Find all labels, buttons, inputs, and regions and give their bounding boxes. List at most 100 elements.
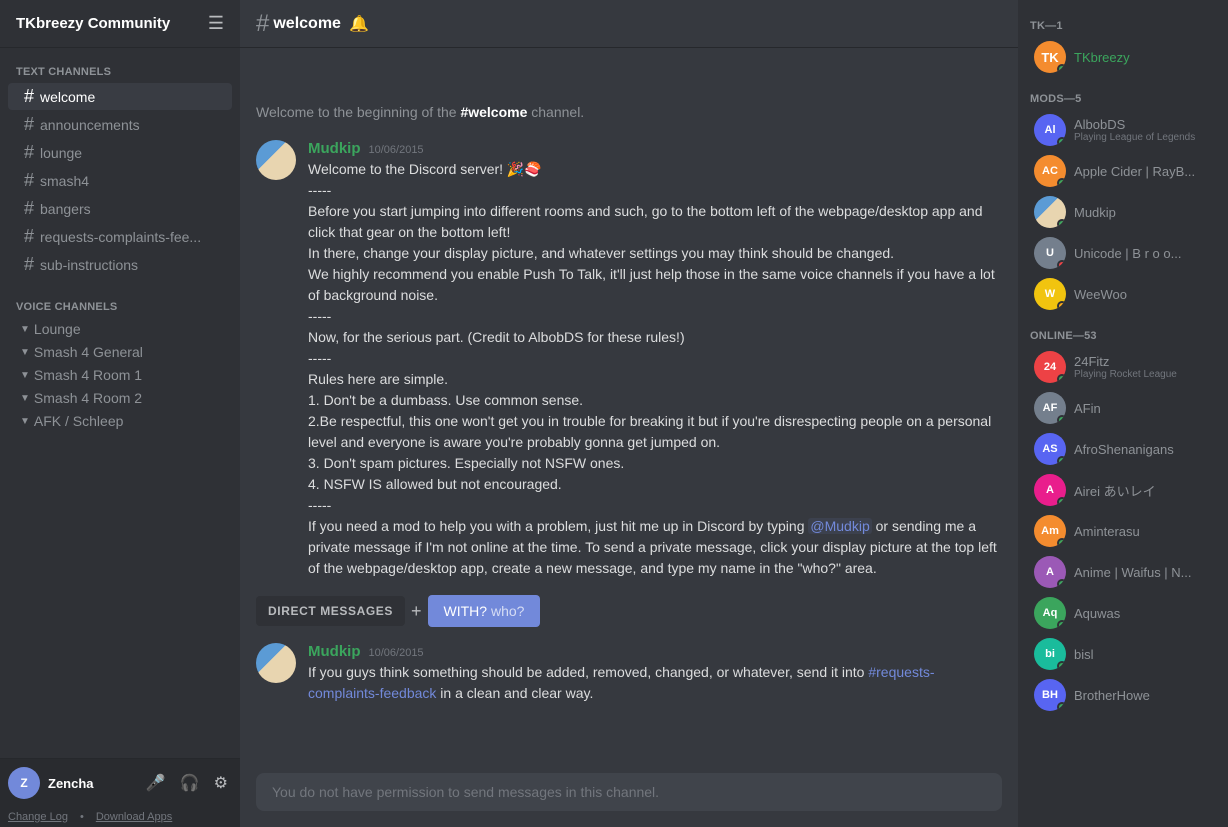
member-item-afin[interactable]: AF AFin bbox=[1022, 388, 1224, 428]
voice-channel-afk[interactable]: ▼ AFK / Schleep bbox=[8, 410, 232, 432]
member-avatar: bi bbox=[1034, 638, 1066, 670]
channel-item-smash4[interactable]: # smash4 bbox=[8, 167, 232, 194]
headphone-icon[interactable]: 🎧 bbox=[176, 771, 204, 795]
member-name: AfroShenanigans bbox=[1074, 442, 1174, 457]
dm-plus-button[interactable]: + bbox=[411, 601, 422, 622]
bell-icon[interactable]: 🔔 bbox=[349, 14, 369, 34]
member-name: AFin bbox=[1074, 401, 1101, 416]
hash-icon: # bbox=[24, 254, 34, 275]
member-avatar: 24 bbox=[1034, 351, 1066, 383]
member-info: 24Fitz Playing Rocket League bbox=[1074, 354, 1177, 380]
voice-channel-smash4general[interactable]: ▼ Smash 4 General bbox=[8, 341, 232, 363]
changelog-link[interactable]: Change Log bbox=[8, 811, 68, 823]
right-sidebar: TK—1 TK TKbreezy MODS—5 Al AlbobDS Playi… bbox=[1018, 0, 1228, 827]
main-wrapper: # welcome 🔔 Welcome to the beginning of … bbox=[240, 0, 1228, 827]
text-channels-label: Text Channels bbox=[0, 48, 240, 82]
member-item-applecider[interactable]: AC Apple Cider | RayB... bbox=[1022, 151, 1224, 191]
avatar-initial: AF bbox=[1043, 402, 1058, 414]
member-name: Aquwas bbox=[1074, 606, 1120, 621]
channel-item-welcome[interactable]: # welcome bbox=[8, 83, 232, 110]
member-subtext: Playing Rocket League bbox=[1074, 369, 1177, 380]
status-indicator bbox=[1057, 137, 1066, 146]
member-item-aminterasu[interactable]: Am Aminterasu bbox=[1022, 511, 1224, 551]
server-title: TKbreezy Community bbox=[16, 15, 170, 32]
mention: @Mudkip bbox=[808, 518, 871, 534]
member-item-24fitz[interactable]: 24 24Fitz Playing Rocket League bbox=[1022, 347, 1224, 387]
voice-channels-label: Voice Channels bbox=[0, 283, 240, 317]
message-author: Mudkip bbox=[308, 140, 361, 157]
member-name: Unicode | B r o o... bbox=[1074, 246, 1181, 261]
message-avatar bbox=[256, 643, 296, 683]
channel-header-name: welcome bbox=[273, 15, 341, 33]
status-indicator bbox=[1057, 260, 1066, 269]
dm-who-text: who? bbox=[491, 603, 524, 619]
member-avatar: A bbox=[1034, 474, 1066, 506]
status-indicator bbox=[1057, 178, 1066, 187]
member-avatar: AF bbox=[1034, 392, 1066, 424]
voice-channel-name-afk: AFK / Schleep bbox=[34, 413, 124, 429]
channel-link[interactable]: #requests-complaints-feedback bbox=[308, 664, 935, 701]
message-group: Mudkip 10/06/2015 Welcome to the Discord… bbox=[256, 140, 1002, 579]
member-avatar: U bbox=[1034, 237, 1066, 269]
separator: • bbox=[80, 811, 84, 823]
voice-channel-name-smash4room2: Smash 4 Room 2 bbox=[34, 390, 142, 406]
channel-item-sub-instructions[interactable]: # sub-instructions bbox=[8, 251, 232, 278]
member-item-bisl[interactable]: bi bisl bbox=[1022, 634, 1224, 674]
member-item-aquwas[interactable]: Aq Aquwas bbox=[1022, 593, 1224, 633]
download-apps-link[interactable]: Download Apps bbox=[96, 811, 172, 823]
message-header: Mudkip 10/06/2015 bbox=[308, 643, 1002, 660]
member-item-afroshenanigans[interactable]: AS AfroShenanigans bbox=[1022, 429, 1224, 469]
channel-item-requests[interactable]: # requests-complaints-fee... bbox=[8, 223, 232, 250]
member-item-brotherhowe[interactable]: BH BrotherHowe bbox=[1022, 675, 1224, 715]
member-info: AfroShenanigans bbox=[1074, 442, 1174, 457]
member-info: Aquwas bbox=[1074, 606, 1120, 621]
voice-channel-lounge[interactable]: ▼ Lounge bbox=[8, 318, 232, 340]
member-item-mudkip[interactable]: Mudkip bbox=[1022, 192, 1224, 232]
channel-item-bangers[interactable]: # bangers bbox=[8, 195, 232, 222]
member-name: Aminterasu bbox=[1074, 524, 1140, 539]
channel-item-announcements[interactable]: # announcements bbox=[8, 111, 232, 138]
avatar-initial: TK bbox=[1041, 50, 1058, 65]
dm-label: DIRECT MESSAGES bbox=[256, 596, 405, 626]
avatar-initial: AC bbox=[1042, 165, 1058, 177]
username: Zencha bbox=[48, 776, 142, 791]
dm-with-box: WITH? who? bbox=[428, 595, 541, 627]
member-avatar: BH bbox=[1034, 679, 1066, 711]
dm-with-label: WITH? bbox=[444, 603, 491, 619]
voice-channel-name-smash4general: Smash 4 General bbox=[34, 344, 143, 360]
message-content: Mudkip 10/06/2015 Welcome to the Discord… bbox=[308, 140, 1002, 579]
member-item-unicode[interactable]: U Unicode | B r o o... bbox=[1022, 233, 1224, 273]
message-text: Welcome to the Discord server! 🎉🍣 ----- … bbox=[308, 159, 1002, 579]
server-header[interactable]: TKbreezy Community ☰ bbox=[0, 0, 240, 48]
member-info: TKbreezy bbox=[1074, 50, 1130, 65]
member-item-tkbreezy[interactable]: TK TKbreezy bbox=[1022, 37, 1224, 77]
member-avatar bbox=[1034, 196, 1066, 228]
microphone-icon[interactable]: 🎤 bbox=[142, 771, 170, 795]
channel-header: # welcome 🔔 bbox=[240, 0, 1018, 48]
message-author: Mudkip bbox=[308, 643, 361, 660]
changelog-bar: Change Log • Download Apps bbox=[0, 807, 240, 827]
member-info: Aminterasu bbox=[1074, 524, 1140, 539]
status-indicator bbox=[1057, 620, 1066, 629]
channel-item-lounge[interactable]: # lounge bbox=[8, 139, 232, 166]
member-name: 24Fitz bbox=[1074, 354, 1177, 369]
voice-channel-smash4room2[interactable]: ▼ Smash 4 Room 2 bbox=[8, 387, 232, 409]
voice-channel-smash4room1[interactable]: ▼ Smash 4 Room 1 bbox=[8, 364, 232, 386]
settings-icon[interactable]: ⚙ bbox=[210, 771, 232, 795]
status-indicator bbox=[1057, 579, 1066, 588]
member-info: Airei あいレイ bbox=[1074, 481, 1156, 500]
member-item-weewoo[interactable]: W WeeWoo bbox=[1022, 274, 1224, 314]
member-item-albobds[interactable]: Al AlbobDS Playing League of Legends bbox=[1022, 110, 1224, 150]
status-indicator bbox=[1057, 219, 1066, 228]
member-item-anime[interactable]: A Anime | Waifus | N... bbox=[1022, 552, 1224, 592]
avatar: Z bbox=[8, 767, 40, 799]
member-item-airei[interactable]: A Airei あいレイ bbox=[1022, 470, 1224, 510]
dm-overlay: DIRECT MESSAGES + WITH? who? bbox=[256, 595, 1002, 627]
messages-area: Welcome to the beginning of the #welcome… bbox=[240, 48, 1018, 761]
member-info: BrotherHowe bbox=[1074, 688, 1150, 703]
avatar-initial: Al bbox=[1045, 124, 1056, 136]
channel-name-lounge: lounge bbox=[40, 145, 82, 161]
member-subtext: Playing League of Legends bbox=[1074, 132, 1195, 143]
avatar-initial: A bbox=[1046, 566, 1054, 578]
channel-start-name: #welcome bbox=[460, 104, 527, 120]
